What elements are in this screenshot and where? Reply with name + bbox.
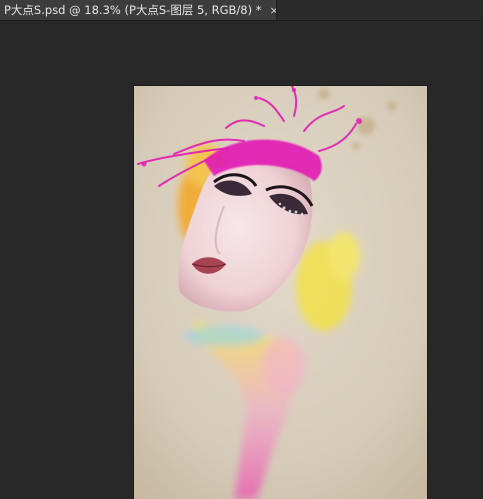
document-tab-title: P大点S.psd @ 18.3% (P大点S-图层 5, RGB/8) * <box>4 3 262 17</box>
document-tab[interactable]: P大点S.psd @ 18.3% (P大点S-图层 5, RGB/8) * × <box>0 0 277 20</box>
document-canvas[interactable] <box>134 86 427 499</box>
workspace-area <box>0 21 483 499</box>
artwork-image <box>134 86 427 499</box>
document-tab-bar: P大点S.psd @ 18.3% (P大点S-图层 5, RGB/8) * × <box>0 0 483 21</box>
close-icon[interactable]: × <box>270 5 276 16</box>
